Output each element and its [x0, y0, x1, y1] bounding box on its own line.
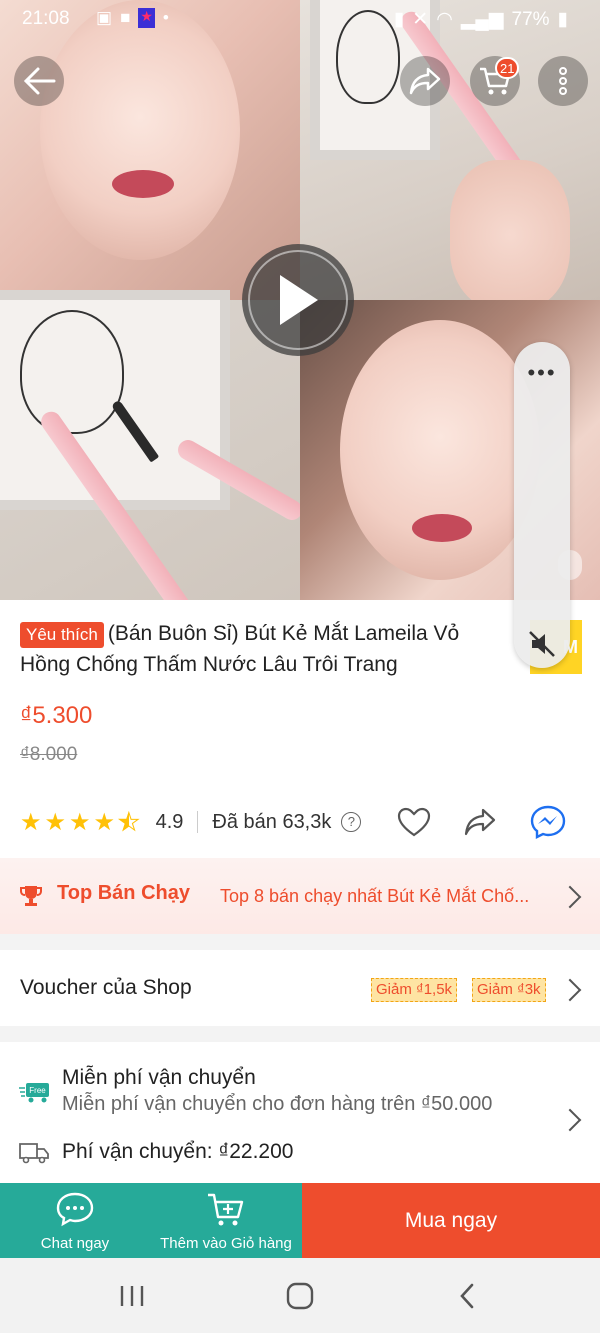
top-selling-description: Top 8 bán chạy nhất Bút Kẻ Mắt Chố...	[220, 886, 530, 906]
app-icon: ★	[138, 8, 155, 28]
chevron-right-icon	[558, 1108, 582, 1132]
share-product-button[interactable]	[462, 804, 498, 840]
star-icon: ★	[44, 808, 67, 836]
share-icon	[464, 808, 496, 836]
chat-now-button[interactable]: Chat ngay	[0, 1183, 150, 1258]
star-icon: ★	[93, 808, 116, 836]
home-icon[interactable]	[285, 1282, 315, 1310]
messenger-button[interactable]	[530, 804, 566, 840]
add-to-cart-button[interactable]: Thêm vào Giỏ hàng	[150, 1183, 302, 1258]
current-price: ₫5.300	[20, 702, 93, 729]
recent-apps-icon[interactable]	[118, 1284, 146, 1308]
gallery-icon: ▣	[96, 8, 113, 27]
favorite-badge: Yêu thích	[20, 622, 104, 648]
heart-icon	[397, 807, 431, 837]
add-to-cart-label: Thêm vào Giỏ hàng	[160, 1235, 292, 1252]
voucher-label: Voucher của Shop	[20, 976, 192, 999]
rating-stars: ★ ★ ★ ★ ★	[20, 808, 140, 837]
like-button[interactable]	[396, 804, 432, 840]
floating-video-panel[interactable]: •••	[514, 342, 570, 668]
free-badge-text: Free	[29, 1086, 46, 1095]
product-photo-model-1	[0, 0, 300, 300]
shop-voucher-row[interactable]: Voucher của Shop Giảm ₫1,5k Giảm ₫3k	[0, 950, 600, 1026]
system-navigation-bar	[0, 1258, 600, 1333]
trophy-icon	[20, 886, 42, 906]
sold-count: Đã bán 63,3k	[212, 810, 332, 833]
buy-now-button[interactable]: Mua ngay	[302, 1183, 600, 1258]
vertical-dots-icon	[559, 67, 567, 95]
add-cart-icon	[208, 1193, 244, 1226]
free-shipping-title: Miễn phí vận chuyển	[62, 1066, 256, 1089]
status-time: 21:08	[22, 8, 70, 29]
messenger-icon	[530, 805, 566, 839]
chevron-right-icon	[558, 885, 582, 909]
rating-row: ★ ★ ★ ★ ★ 4.9 Đã bán 63,3k ?	[20, 802, 580, 842]
section-gap	[0, 1026, 600, 1042]
more-options-button[interactable]	[538, 56, 588, 106]
shipping-fee: Phí vận chuyển: ₫22.200	[62, 1140, 294, 1163]
free-shipping-icon: Free	[19, 1083, 49, 1103]
buy-now-label: Mua ngay	[404, 1208, 498, 1232]
star-icon: ★	[20, 808, 42, 836]
wifi-icon: ◠	[436, 9, 453, 30]
star-icon: ★	[69, 808, 91, 836]
voucher-chip: Giảm ₫1,5k	[371, 978, 458, 1002]
top-selling-label: Top Bán Chạy	[57, 882, 190, 904]
section-gap	[0, 934, 600, 950]
more-dot-icon: •	[162, 8, 169, 27]
chat-now-label: Chat ngay	[40, 1235, 110, 1252]
bottom-action-bar: Chat ngay Thêm vào Giỏ hàng Mua ngay	[0, 1183, 600, 1258]
chat-icon	[56, 1192, 94, 1227]
original-price: ₫8.000	[20, 744, 78, 765]
battery-percent: 77%	[511, 8, 550, 30]
help-icon[interactable]: ?	[341, 812, 362, 832]
battery-icon: ▮	[557, 9, 568, 30]
voucher-chip: Giảm ₫3k	[472, 978, 546, 1002]
top-selling-banner[interactable]: Top Bán Chạy Top 8 bán chạy nhất Bút Kẻ …	[0, 858, 600, 934]
half-star-icon: ★	[118, 808, 140, 836]
rating-value: 4.9	[155, 810, 184, 833]
divider	[197, 811, 199, 833]
back-button[interactable]	[14, 56, 64, 106]
chevron-right-icon	[558, 978, 582, 1002]
product-photo-eyeliner	[0, 290, 306, 600]
status-notification-icons: ▣ ■ ★ •	[96, 8, 169, 28]
panel-more-icon[interactable]: •••	[514, 360, 570, 386]
share-icon	[409, 67, 441, 95]
folder-icon: ■	[120, 8, 131, 27]
play-video-button[interactable]	[242, 244, 354, 356]
product-title-block: Yêu thích (Bán Buôn Sỉ) Bút Kẻ Mắt Lameil…	[20, 618, 508, 680]
cart-count-badge: 21	[495, 57, 520, 79]
signal-icon: ▂▄▆	[460, 9, 504, 30]
truck-icon	[19, 1143, 49, 1164]
share-button[interactable]	[400, 56, 450, 106]
mute-icon: ✕	[412, 9, 429, 30]
free-shipping-description: Miễn phí vận chuyển cho đơn hàng trên ₫5…	[62, 1093, 493, 1115]
shipping-section[interactable]: Free Miễn phí vận chuyển Miễn phí vận ch…	[0, 1042, 600, 1182]
back-arrow-icon	[23, 67, 56, 95]
product-photo-sketch-pen	[300, 0, 600, 310]
back-nav-icon[interactable]	[457, 1282, 477, 1310]
mute-icon[interactable]	[526, 628, 558, 660]
status-bar: 21:08 ▣ ■ ★ • ▮ ✕ ◠ ▂▄▆ 77% ▮	[0, 0, 600, 38]
battery-saver-icon: ▮	[393, 9, 405, 30]
